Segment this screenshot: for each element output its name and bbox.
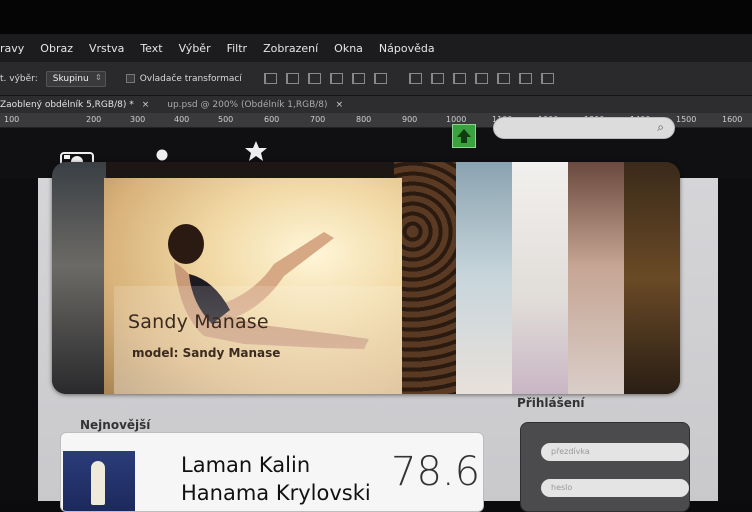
search-icon[interactable]: ⌕ xyxy=(657,120,664,135)
search-input[interactable]: ⌕ xyxy=(493,117,675,139)
login-heading: Přihlášení xyxy=(517,396,585,410)
auto-select-label: t. výběr: xyxy=(0,73,38,84)
slide-thumb[interactable] xyxy=(624,162,680,394)
ruler-tick: 1600 xyxy=(722,115,743,124)
distribute-buttons xyxy=(408,73,554,84)
distribute-vcenter-icon[interactable] xyxy=(430,73,444,84)
ruler-tick: 500 xyxy=(218,115,234,124)
menu-text[interactable]: Text xyxy=(140,42,162,55)
ruler-tick: 1000 xyxy=(446,115,467,124)
figure xyxy=(91,461,105,505)
card-title: Laman Kalin xyxy=(181,453,311,477)
ruler-tick: 100 xyxy=(4,115,20,124)
align-left-icon[interactable] xyxy=(329,73,343,84)
options-bar: t. výběr: Skupinu Ovladače transformací xyxy=(0,62,752,96)
card-score: 78.6 xyxy=(391,449,481,495)
featured-name[interactable]: Sandy Manase xyxy=(128,311,269,333)
transform-controls-checkbox[interactable]: Ovladače transformací xyxy=(125,73,242,84)
slide-thumb[interactable] xyxy=(394,162,456,394)
document-tabs: Zaoblený obdélník 5,RGB/8) * × up.psd @ … xyxy=(0,96,752,113)
slide-thumb[interactable] xyxy=(568,162,624,394)
menu-bar: ravy Obraz Vrstva Text Výběr Filtr Zobra… xyxy=(0,34,752,62)
nickname-field[interactable]: přezdívka xyxy=(541,443,689,461)
close-icon[interactable]: × xyxy=(336,100,344,110)
tab-document-1[interactable]: Zaoblený obdélník 5,RGB/8) * × xyxy=(0,100,155,110)
canvas-edge-right xyxy=(718,178,752,501)
ruler-tick: 400 xyxy=(174,115,190,124)
align-hcenter-icon[interactable] xyxy=(351,73,365,84)
ruler-tick: 900 xyxy=(402,115,418,124)
transform-controls-label: Ovladače transformací xyxy=(139,73,242,84)
featured-slide[interactable]: Sandy Manase model: Sandy Manase xyxy=(104,178,402,394)
card-subtitle: Hanama Krylovski xyxy=(181,481,371,505)
auto-select-dropdown[interactable]: Skupinu xyxy=(45,70,106,87)
align-right-icon[interactable] xyxy=(373,73,387,84)
align-top-icon[interactable] xyxy=(263,73,277,84)
menu-filter[interactable]: Filtr xyxy=(227,42,247,55)
password-field[interactable]: heslo xyxy=(541,479,689,497)
tab-label: up.psd @ 200% (Obdélník 1,RGB/8) xyxy=(167,99,328,110)
menu-window[interactable]: Okna xyxy=(334,42,363,55)
menu-help[interactable]: Nápověda xyxy=(379,42,435,55)
tab-document-2[interactable]: up.psd @ 200% (Obdélník 1,RGB/8) × xyxy=(155,100,349,110)
featured-model[interactable]: model: Sandy Manase xyxy=(132,346,280,360)
caption-overlay xyxy=(114,286,402,394)
ruler-tick: 800 xyxy=(356,115,372,124)
ruler-tick: 700 xyxy=(310,115,326,124)
slide-thumb[interactable] xyxy=(52,162,106,394)
slide-thumb[interactable] xyxy=(512,162,568,394)
align-buttons xyxy=(263,73,387,84)
monitor-bezel xyxy=(0,0,752,34)
distribute-hcenter-icon[interactable] xyxy=(496,73,510,84)
close-icon[interactable]: × xyxy=(142,100,150,110)
menu-view[interactable]: Zobrazení xyxy=(263,42,318,55)
tab-label: Zaoblený obdélník 5,RGB/8) * xyxy=(0,99,134,110)
ruler-tick: 200 xyxy=(86,115,102,124)
canvas-edge-left xyxy=(0,178,38,501)
distribute-bottom-icon[interactable] xyxy=(452,73,466,84)
checkbox-box[interactable] xyxy=(125,74,135,83)
newest-heading: Nejnovější xyxy=(80,418,151,432)
auto-align-icon[interactable] xyxy=(540,73,554,84)
distribute-left-icon[interactable] xyxy=(474,73,488,84)
card-thumbnail[interactable] xyxy=(63,451,135,511)
ruler-tick: 600 xyxy=(264,115,280,124)
ruler-tick: 1500 xyxy=(676,115,697,124)
align-bottom-icon[interactable] xyxy=(307,73,321,84)
arrow-up-icon xyxy=(457,129,471,143)
upload-button[interactable] xyxy=(452,124,476,148)
distribute-right-icon[interactable] xyxy=(518,73,532,84)
slide-thumb[interactable] xyxy=(456,162,512,394)
login-panel: přezdívka heslo xyxy=(520,422,690,512)
distribute-top-icon[interactable] xyxy=(408,73,422,84)
menu-select[interactable]: Výběr xyxy=(179,42,211,55)
align-vcenter-icon[interactable] xyxy=(285,73,299,84)
ruler-tick: 300 xyxy=(130,115,146,124)
menu-layer[interactable]: Vrstva xyxy=(89,42,124,55)
menu-image[interactable]: Obraz xyxy=(40,42,73,55)
newest-card[interactable]: Laman Kalin Hanama Krylovski 78.6 xyxy=(60,432,484,512)
menu-edit[interactable]: ravy xyxy=(0,42,24,55)
